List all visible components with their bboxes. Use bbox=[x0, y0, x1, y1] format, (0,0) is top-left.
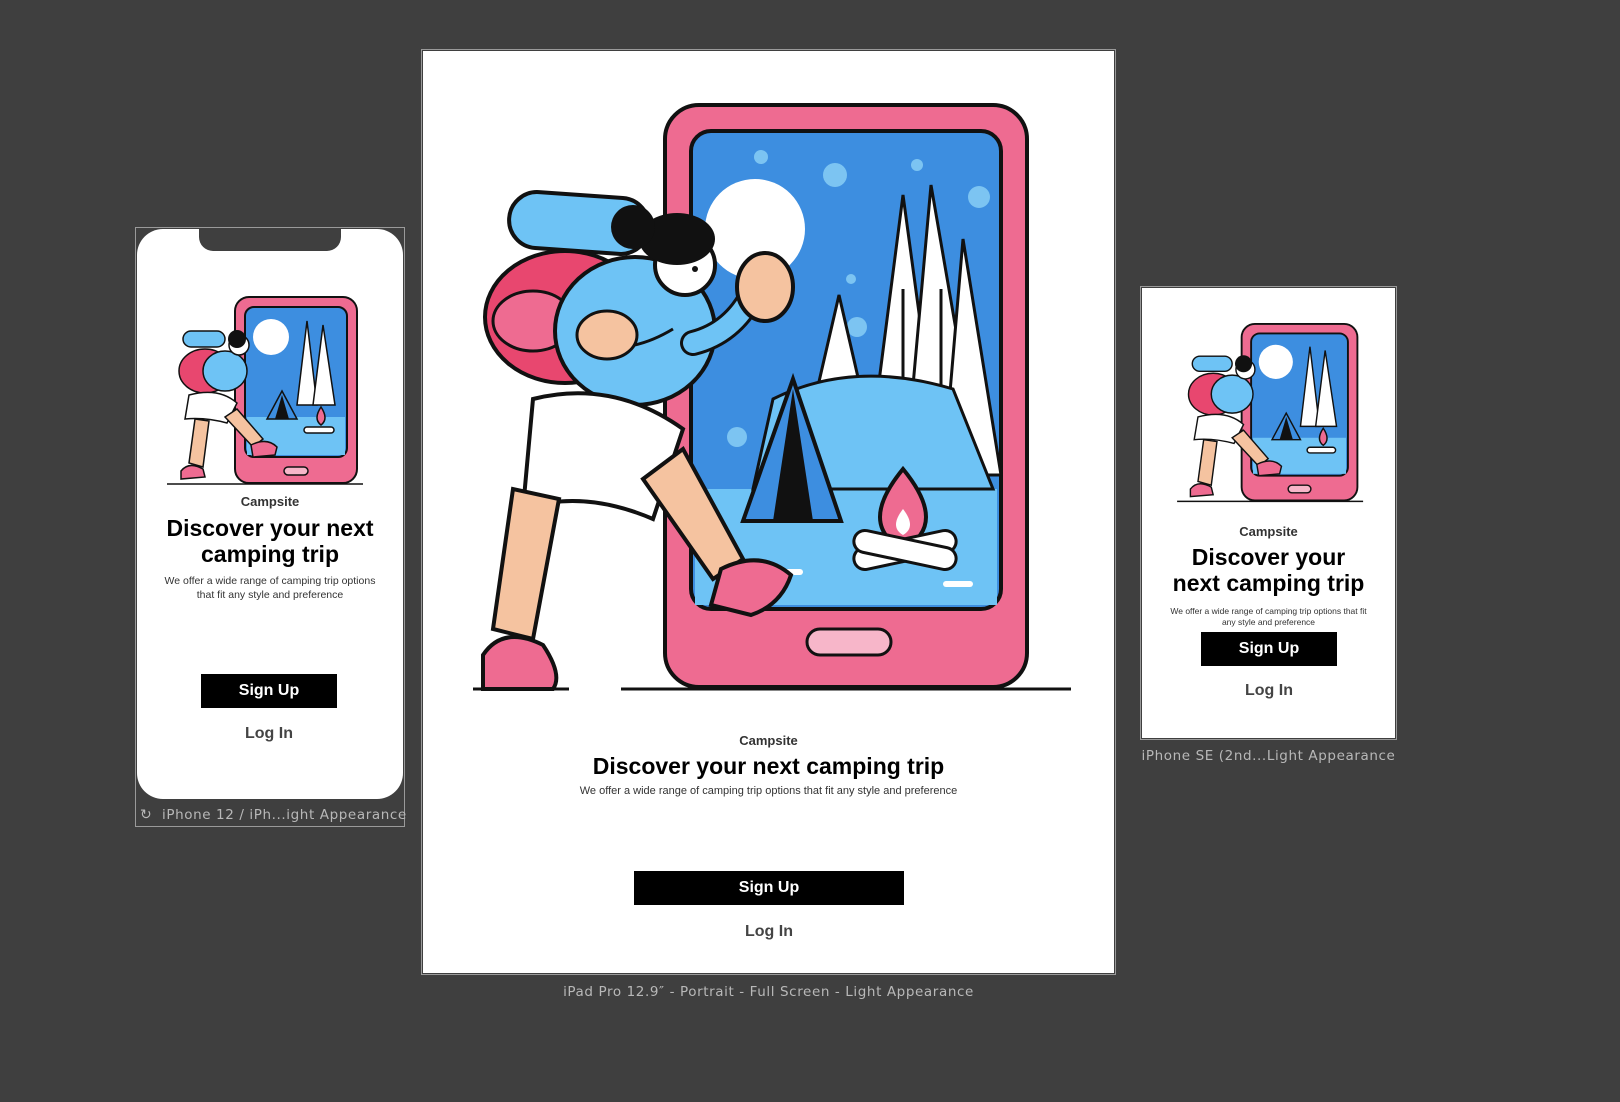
iphone12-log-in-button[interactable]: Log In bbox=[201, 725, 337, 743]
iphonese-sign-up-button[interactable]: Sign Up bbox=[1201, 632, 1337, 666]
iphonese-headline: Discover your next camping trip bbox=[1172, 544, 1365, 597]
iphonese-caption: iPhone SE (2nd...Light Appearance bbox=[1141, 748, 1396, 764]
ipad-hiker-illustration bbox=[473, 103, 1071, 691]
iphone12-caption: iPhone 12 / iPh...ight Appearance bbox=[162, 807, 407, 823]
iphonese-subtitle: We offer a wide range of camping trip op… bbox=[1170, 606, 1367, 627]
ipad-app-name: Campsite bbox=[739, 733, 798, 748]
iphone12-headline: Discover your next camping trip bbox=[166, 515, 374, 568]
iphone12-subtitle: We offer a wide range of camping trip op… bbox=[164, 575, 376, 601]
iphone12-notch bbox=[199, 229, 341, 251]
ipad-device: Campsite Discover your next camping trip… bbox=[423, 51, 1114, 973]
ipad-headline: Discover your next camping trip bbox=[592, 753, 945, 779]
iphonese-log-in-button[interactable]: Log In bbox=[1201, 682, 1337, 700]
ipad-sign-up-button[interactable]: Sign Up bbox=[634, 871, 904, 905]
iphonese-app-name: Campsite bbox=[1239, 524, 1298, 539]
rotate-device-icon[interactable]: ↻ bbox=[140, 806, 156, 822]
iphone12-device: Campsite Discover your next camping trip… bbox=[137, 229, 403, 799]
ipad-caption: iPad Pro 12.9″ - Portrait - Full Screen … bbox=[563, 984, 974, 1000]
iphone12-hiker-illustration bbox=[167, 296, 363, 485]
iphone12-app-name: Campsite bbox=[240, 494, 300, 509]
iphonese-hiker-illustration bbox=[1177, 322, 1364, 503]
ipad-subtitle: We offer a wide range of camping trip op… bbox=[579, 785, 958, 797]
ipad-log-in-button[interactable]: Log In bbox=[634, 923, 904, 941]
iphone12-sign-up-button[interactable]: Sign Up bbox=[201, 674, 337, 708]
iphonese-device: Campsite Discover your next camping trip… bbox=[1142, 288, 1395, 738]
